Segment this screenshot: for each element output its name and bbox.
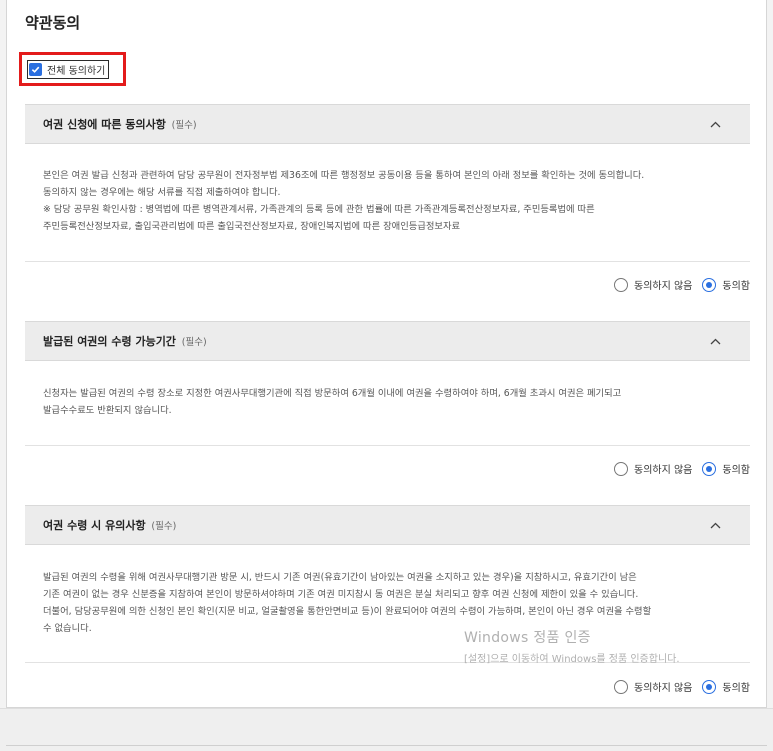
watermark-title: Windows 정품 인증 <box>464 630 591 646</box>
agree-label: 동의함 <box>722 465 750 476</box>
disagree-radio[interactable]: 동의하지 않음 <box>614 277 692 292</box>
agree-all-highlight: 전체 동의하기 <box>19 52 126 86</box>
radio-selected-icon[interactable] <box>702 277 717 292</box>
body-line: ※ 담당 공무원 확인사항 : 병역법에 따른 병역관계서류, 가족관계의 등록… <box>43 204 595 215</box>
body-line: 발급수수료도 반환되지 않습니다. <box>43 405 172 416</box>
required-badge: (필수) <box>151 521 177 532</box>
body-line: 주민등록전산정보자료, 출입국관리법에 따른 출입국전산정보자료, 장애인복지법… <box>43 221 461 232</box>
agree-label: 동의함 <box>722 683 750 694</box>
required-badge: (필수) <box>181 337 207 348</box>
section-body: 본인은 여권 발급 신청과 관련하여 담당 공무원이 전자정부법 제36조에 따… <box>25 167 750 235</box>
body-line: 더불어, 담당공무원에 의한 신청인 본인 확인(지문 비교, 얼굴촬영을 통한… <box>43 606 652 617</box>
agree-all-checkbox[interactable]: 전체 동의하기 <box>27 59 110 79</box>
consent-panel: 약관동의 전체 동의하기 여권 신청에 따른 동의사항 (필수) 본인은 여권 … <box>6 0 767 708</box>
disagree-label: 동의하지 않음 <box>634 281 693 292</box>
radio-empty-icon[interactable] <box>614 461 628 476</box>
agree-radio[interactable]: 동의함 <box>702 679 750 694</box>
radio-empty-icon[interactable] <box>614 277 628 292</box>
agree-label: 동의함 <box>722 281 750 292</box>
consent-section-pickup-notes: 여권 수령 시 유의사항 (필수) 발급된 여권의 수령을 위해 여권사무대행기… <box>25 505 750 694</box>
consent-radio-group: 동의하지 않음 동의함 <box>614 461 750 476</box>
checkbox-checked-icon[interactable] <box>29 62 42 76</box>
section-title: 여권 수령 시 유의사항 <box>43 519 146 532</box>
body-line: 기존 여권이 없는 경우 신분증을 지참하여 본인이 방문하셔야하며 기존 여권… <box>43 589 639 600</box>
section-body: 신청자는 발급된 여권의 수령 장소로 지정한 여권사무대행기관에 직접 방문하… <box>25 385 750 419</box>
section-header[interactable]: 발급된 여권의 수령 가능기간 (필수) <box>25 321 750 361</box>
disagree-radio[interactable]: 동의하지 않음 <box>614 679 692 694</box>
divider <box>6 745 767 746</box>
body-line: 신청자는 발급된 여권의 수령 장소로 지정한 여권사무대행기관에 직접 방문하… <box>43 388 622 399</box>
body-line: 발급된 여권의 수령을 위해 여권사무대행기관 방문 시, 반드시 기존 여권(… <box>43 572 637 583</box>
body-line: 본인은 여권 발급 신청과 관련하여 담당 공무원이 전자정부법 제36조에 따… <box>43 170 645 181</box>
chevron-up-icon[interactable] <box>708 117 722 131</box>
radio-selected-icon[interactable] <box>702 679 717 694</box>
section-title: 발급된 여권의 수령 가능기간 <box>43 335 176 348</box>
window-bottom-edge <box>0 708 773 751</box>
consent-radio-group: 동의하지 않음 동의함 <box>614 679 750 694</box>
radio-empty-icon[interactable] <box>614 679 628 694</box>
agree-radio[interactable]: 동의함 <box>702 277 750 292</box>
divider <box>25 445 750 446</box>
radio-selected-icon[interactable] <box>702 461 717 476</box>
chevron-up-icon[interactable] <box>708 518 722 532</box>
section-header[interactable]: 여권 수령 시 유의사항 (필수) <box>25 505 750 545</box>
watermark-subtitle: [설정]으로 이동하여 Windows를 정품 인증합니다. <box>464 654 680 665</box>
required-badge: (필수) <box>171 120 197 131</box>
disagree-label: 동의하지 않음 <box>634 465 693 476</box>
disagree-radio[interactable]: 동의하지 않음 <box>614 461 692 476</box>
agree-all-label: 전체 동의하기 <box>47 65 106 77</box>
body-line: 동의하지 않는 경우에는 해당 서류를 직접 제출하여야 합니다. <box>43 187 281 198</box>
page-title: 약관동의 <box>25 14 81 32</box>
agree-radio[interactable]: 동의함 <box>702 461 750 476</box>
section-title: 여권 신청에 따른 동의사항 <box>43 118 166 131</box>
windows-activation-watermark: Windows 정품 인증 [설정]으로 이동하여 Windows를 정품 인증… <box>464 627 680 665</box>
section-header[interactable]: 여권 신청에 따른 동의사항 (필수) <box>25 104 750 144</box>
consent-radio-group: 동의하지 않음 동의함 <box>614 277 750 292</box>
consent-section-passport-application: 여권 신청에 따른 동의사항 (필수) 본인은 여권 발급 신청과 관련하여 담… <box>25 104 750 292</box>
consent-section-pickup-period: 발급된 여권의 수령 가능기간 (필수) 신청자는 발급된 여권의 수령 장소로… <box>25 321 750 476</box>
divider <box>25 261 750 262</box>
disagree-label: 동의하지 않음 <box>634 683 693 694</box>
chevron-up-icon[interactable] <box>708 334 722 348</box>
